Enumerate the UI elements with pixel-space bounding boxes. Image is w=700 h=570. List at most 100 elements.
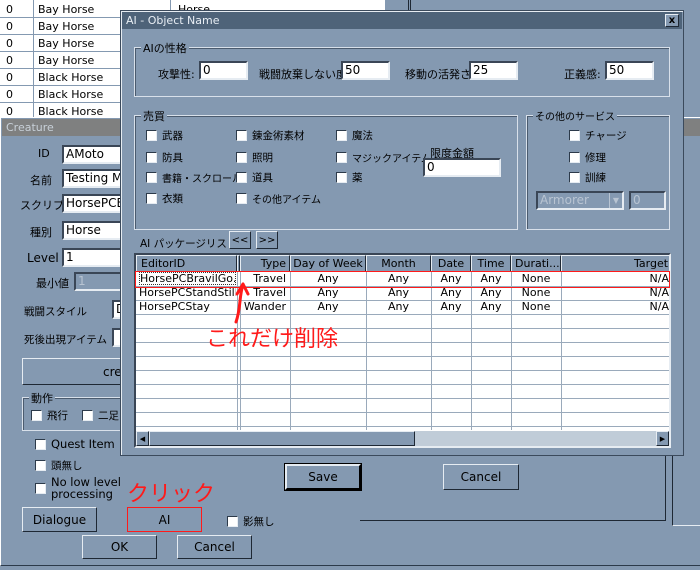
trade-apparatus-checkbox[interactable]: 道具	[236, 170, 273, 185]
checkbox-box[interactable]	[336, 172, 347, 183]
close-glyph: x	[668, 15, 676, 26]
aggression-input[interactable]: 0	[199, 61, 248, 80]
column-header-type[interactable]: Type	[240, 255, 290, 272]
ai-cancel-button[interactable]: Cancel	[443, 464, 519, 490]
checkbox-box[interactable]	[569, 152, 580, 163]
checkbox-box[interactable]	[35, 438, 46, 450]
checkbox-box[interactable]	[336, 152, 347, 163]
checkbox-box[interactable]	[31, 410, 42, 421]
repair-checkbox[interactable]: 修理	[569, 150, 606, 165]
checkbox-box[interactable]	[146, 152, 157, 163]
scroll-left-icon[interactable]: ◀	[136, 431, 149, 446]
column-header-duration[interactable]: Durati...	[511, 255, 561, 272]
trade-books-checkbox[interactable]: 書籍・スクロール	[146, 170, 242, 185]
table-row[interactable]: HorsePCStandStill Travel Any Any Any Any…	[136, 286, 669, 300]
dialogue-button-label: Dialogue	[32, 512, 87, 527]
cell-target: N/A	[649, 286, 669, 299]
trade-potions-checkbox[interactable]: 薬	[336, 170, 363, 185]
package-prev-button[interactable]: <<	[229, 231, 251, 249]
checkbox-box[interactable]	[35, 482, 46, 494]
checkbox-label: 道具	[252, 172, 273, 184]
creature-cancel-button[interactable]: Cancel	[177, 535, 252, 559]
trade-lights-checkbox[interactable]: 照明	[236, 150, 273, 165]
checkbox-box[interactable]	[569, 130, 580, 141]
count: 0	[6, 54, 13, 67]
dialogue-button[interactable]: Dialogue	[22, 507, 97, 532]
checkbox-label: 書籍・スクロール	[162, 174, 242, 185]
checkbox-box[interactable]	[336, 130, 347, 141]
fly-label: 飛行	[47, 410, 68, 422]
ai-button[interactable]: AI	[127, 507, 202, 532]
no-low-level-checkbox[interactable]: No low level processing	[35, 476, 125, 500]
script-label: スクリプ	[20, 199, 64, 212]
ok-button[interactable]: OK	[82, 535, 157, 559]
trade-ingredients-checkbox[interactable]: 錬金術素材	[236, 128, 305, 143]
quest-item-checkbox[interactable]: Quest Item	[35, 437, 115, 451]
checkbox-box[interactable]	[236, 130, 247, 141]
scrollbar-thumb[interactable]	[149, 431, 415, 446]
delete-annotation: これだけ削除	[206, 327, 339, 352]
trade-spells-checkbox[interactable]: 魔法	[336, 128, 373, 143]
confidence-input[interactable]: 50	[341, 61, 390, 80]
row-highlight-box	[135, 271, 670, 288]
horizontal-scrollbar[interactable]: ◀ ▶	[136, 431, 669, 446]
ai-dialog-title-bar: AI - Object Name	[122, 12, 682, 29]
checkbox-box[interactable]	[569, 172, 580, 183]
no-head-checkbox[interactable]: 頭無し	[35, 458, 83, 473]
close-icon[interactable]: x	[665, 14, 679, 27]
checkbox-label: 武器	[162, 130, 183, 142]
checkbox-box[interactable]	[146, 130, 157, 141]
trade-armor-checkbox[interactable]: 防具	[146, 150, 183, 165]
column-header-date[interactable]: Date	[431, 255, 471, 272]
column-header-time[interactable]: Time	[471, 255, 511, 272]
name: Black Horse	[38, 88, 104, 101]
kind-label: 種別	[30, 226, 52, 239]
ok-button-label: OK	[110, 540, 129, 554]
no-low-level-label: No low level processing	[51, 475, 121, 501]
name: Black Horse	[38, 71, 104, 84]
personality-group-label: AIの性格	[141, 40, 189, 56]
responsibility-input[interactable]: 50	[605, 61, 654, 80]
name: Bay Horse	[38, 37, 95, 50]
checkbox-box[interactable]	[35, 460, 46, 471]
gold-limit-input[interactable]: 0	[423, 158, 501, 177]
checkbox-box[interactable]	[236, 193, 247, 204]
checkbox-label: 照明	[252, 152, 273, 164]
trade-weapons-checkbox[interactable]: 武器	[146, 128, 183, 143]
trade-magic-items-checkbox[interactable]: マジックアイテム	[336, 150, 431, 165]
checkbox-box[interactable]	[82, 410, 93, 421]
package-next-button[interactable]: >>	[256, 231, 278, 249]
confidence-label: 戦闘放棄しない度:	[259, 68, 351, 81]
checkbox-box[interactable]	[236, 172, 247, 183]
table-row[interactable]: HorsePCStay Wander Any Any Any Any None …	[136, 300, 669, 314]
select-value: Armorer	[540, 193, 589, 207]
biped-checkbox[interactable]: 二足	[82, 408, 119, 423]
energy-input[interactable]: 25	[469, 61, 518, 80]
trade-clothing-checkbox[interactable]: 衣類	[146, 191, 183, 206]
services-group-label: その他のサービス	[533, 108, 617, 123]
column-header-day-of-week[interactable]: Day of Week	[290, 255, 366, 272]
column-header-month[interactable]: Month	[366, 255, 431, 272]
count: 0	[6, 88, 13, 101]
scroll-right-icon[interactable]: ▶	[656, 431, 669, 446]
prev-label: <<	[231, 234, 249, 246]
recharge-checkbox[interactable]: チャージ	[569, 128, 627, 143]
checkbox-label: その他アイテム	[252, 195, 321, 206]
checkbox-box[interactable]	[146, 172, 157, 183]
fly-checkbox[interactable]: 飛行	[31, 408, 68, 423]
checkbox-box[interactable]	[227, 516, 238, 527]
package-list-label: AI パッケージリスト	[140, 238, 238, 250]
save-button[interactable]: Save	[284, 463, 362, 491]
column-header-target[interactable]: Target D	[561, 255, 669, 272]
create-button[interactable]: crea	[22, 358, 132, 385]
responsibility-label: 正義感:	[564, 68, 601, 81]
checkbox-box[interactable]	[146, 193, 157, 204]
checkbox-box[interactable]	[236, 152, 247, 163]
column-header-editorid[interactable]: EditorID	[136, 255, 237, 272]
no-shadow-checkbox[interactable]: 影無し	[227, 514, 275, 529]
training-checkbox[interactable]: 訓練	[569, 170, 606, 185]
quest-item-label: Quest Item	[51, 437, 115, 451]
id-label: ID	[38, 147, 50, 160]
checkbox-label: 魔法	[352, 130, 373, 142]
trade-misc-checkbox[interactable]: その他アイテム	[236, 191, 321, 206]
